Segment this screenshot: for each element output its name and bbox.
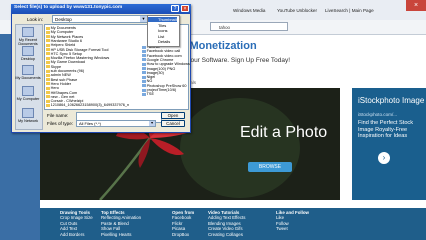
footer-link[interactable]: Creating Collages	[208, 232, 245, 237]
look-in-select[interactable]: Desktop ▼	[52, 15, 148, 23]
tab-livesearch[interactable]: LiveSearch | Main Page	[320, 6, 379, 16]
file-icon	[142, 58, 146, 62]
file-icon	[142, 84, 146, 88]
file-item[interactable]: 1210864_10626623158900(3)_6499337976_n	[46, 103, 129, 108]
place-label: My Recent Documents	[18, 38, 38, 47]
place-network[interactable]: My Network	[15, 108, 41, 123]
file-icon	[142, 92, 146, 96]
place-documents[interactable]: My Documents	[15, 65, 41, 80]
open-button[interactable]: Open	[161, 112, 185, 119]
folder-icon	[46, 65, 50, 69]
hero-title: Edit a Photo	[240, 124, 328, 141]
file-item-label: 1210864_10626623158900(3)_6499337976_n	[50, 103, 130, 108]
folder-icon	[46, 91, 50, 94]
folder-icon	[46, 30, 50, 34]
look-in-value: Desktop	[55, 17, 72, 22]
tweet-button[interactable]: Tweet	[276, 226, 309, 231]
istock-arrow-icon[interactable]: ›	[378, 152, 390, 164]
recent-icon	[22, 27, 34, 37]
folder-icon	[46, 35, 50, 39]
footer-col-video: Video Tutorials Adding Text Effects Blen…	[208, 210, 245, 237]
computer-icon	[22, 86, 34, 96]
views-menu-item[interactable]: Tiles	[148, 23, 177, 28]
file-icon	[142, 49, 146, 53]
footer-link[interactable]: DropBox	[172, 232, 194, 237]
istock-url: iStockphoto.com/...	[358, 112, 398, 117]
tab-windows-media[interactable]: Windows Media	[228, 6, 270, 16]
network-icon	[22, 108, 34, 118]
footer-col-drawing: Drawing Tools Crop Image Size Cut Outs A…	[60, 210, 93, 237]
look-in-label: Look in:	[27, 17, 44, 22]
folder-icon	[46, 26, 50, 30]
views-menu-item[interactable]: Thumbnails	[148, 17, 179, 22]
folder-icon	[46, 95, 50, 99]
file-name-label: File name:	[47, 113, 69, 118]
place-desktop[interactable]: Desktop	[15, 46, 41, 61]
close-button[interactable]: ×	[181, 5, 189, 12]
file-icon	[142, 75, 146, 79]
footer-col-effects: Top Effects Reflecting Animation Paste &…	[101, 210, 141, 237]
file-icon	[142, 88, 146, 92]
file-icon	[142, 71, 146, 75]
file-icon	[142, 79, 146, 83]
folder-icon	[46, 52, 50, 56]
file-icon	[142, 62, 146, 66]
views-menu-item[interactable]: Icons	[148, 28, 177, 33]
desktop-icon	[22, 46, 34, 56]
folder-icon	[46, 103, 50, 107]
footer-link[interactable]: Add Borders	[60, 232, 93, 237]
footer-col-open: Open from Facebook Flickr Picasa DropBox	[172, 210, 194, 237]
istock-title: iStockphoto Image	[358, 96, 425, 105]
file-item-label: TSE	[146, 92, 154, 97]
folder-icon	[46, 60, 50, 64]
folder-icon	[46, 78, 50, 82]
folder-icon	[46, 73, 50, 77]
tab-youtube-unblocker[interactable]: YouTube Unblocker	[272, 6, 322, 16]
folder-icon	[46, 56, 50, 60]
dialog-title: Select file(s) to upload by www131.tonyp…	[14, 5, 123, 10]
browse-button[interactable]: BROWSE	[248, 162, 292, 172]
istock-body: Find the Perfect Stock Image Royalty-Fre…	[358, 120, 414, 140]
footer-link[interactable]: Pixelling Hearts	[101, 232, 141, 237]
folder-icon	[46, 43, 50, 47]
folder-icon	[46, 86, 50, 90]
file-type-label: Files of type:	[47, 121, 74, 126]
place-computer[interactable]: My Computer	[15, 86, 41, 101]
file-type-select[interactable]: All Files (*.*) ▼	[76, 120, 156, 127]
place-label: My Network	[17, 119, 39, 123]
views-menu-item[interactable]: List	[148, 34, 177, 39]
browser-close-icon[interactable]: ×	[406, 0, 426, 11]
folder-icon	[46, 39, 50, 43]
file-icon	[142, 45, 146, 49]
ad-subtitle: om Your Software. Sign Up Free Today!	[176, 57, 291, 64]
help-button[interactable]: ?	[171, 5, 179, 12]
views-menu-item[interactable]: Details	[148, 39, 177, 44]
file-icon	[142, 67, 146, 70]
footer-col-social: Like and Follow Like Follow Tweet	[276, 210, 309, 232]
file-icon	[142, 54, 146, 58]
place-recent[interactable]: My Recent Documents	[15, 27, 41, 46]
search-box[interactable]: tahoo	[210, 22, 288, 31]
folder-icon	[46, 82, 50, 86]
place-label: My Computer	[16, 97, 40, 101]
file-item[interactable]: TSE	[142, 92, 154, 97]
chevron-down-icon[interactable]: ▼	[140, 16, 147, 22]
chevron-down-icon[interactable]: ▼	[149, 121, 155, 126]
file-type-value: All Files (*.*)	[79, 121, 102, 126]
folder-icon	[46, 99, 50, 103]
folder-icon	[46, 69, 50, 73]
cancel-button[interactable]: Cancel	[161, 120, 185, 127]
documents-icon	[22, 65, 34, 75]
place-label: Desktop	[21, 57, 35, 61]
footer-link[interactable]: Create Video Gifs	[208, 226, 245, 231]
folder-icon	[46, 48, 50, 51]
place-label: My Documents	[15, 76, 41, 80]
